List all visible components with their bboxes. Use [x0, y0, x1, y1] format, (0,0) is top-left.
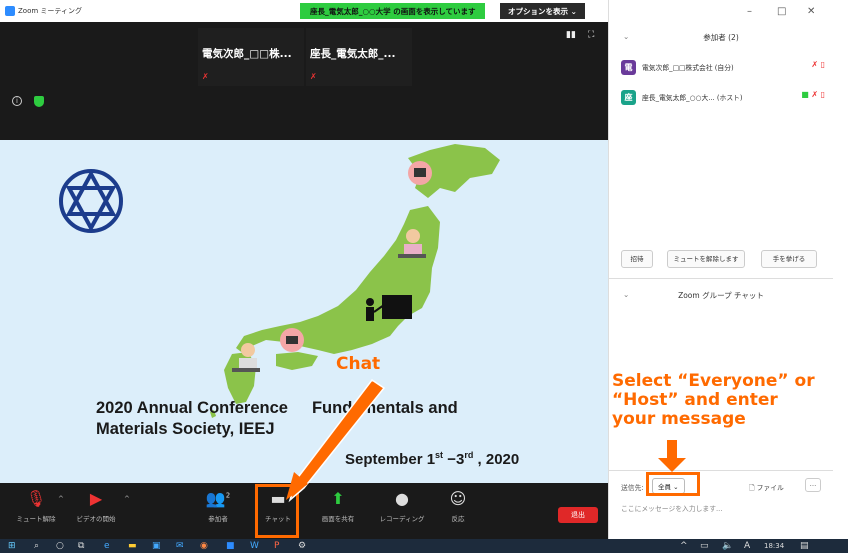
zoom-taskbar-icon[interactable]: ■ [226, 541, 235, 551]
avatar: 座 [621, 89, 636, 105]
powerpoint-icon[interactable]: P [274, 541, 279, 551]
sharing-banner: 座長_電気太郎_○○大学 の画面を表示しています [300, 3, 486, 19]
file-icon: 🗋 [749, 484, 757, 492]
participants-button[interactable]: 👥2 参加者 [188, 489, 248, 523]
chat-header: ⌄ Zoom グループ チャット [623, 290, 764, 300]
more-button[interactable]: ... [805, 478, 821, 492]
muted-mic-icon: 🎙 [25, 489, 47, 508]
info-icon[interactable]: i [12, 96, 22, 106]
meeting-toolbar: 🎙 ミュート解除 ^ ▶ ビデオの開始 ^ 👥2 参加者 ▬ チャット ⬆ 画面… [0, 483, 608, 539]
chrome-icon[interactable]: ◉ [200, 541, 208, 551]
record-icon: ● [395, 489, 409, 508]
invite-button[interactable]: 招待 [621, 250, 653, 268]
send-to-label: 送信先: [621, 484, 644, 492]
restore-button[interactable]: □ [777, 6, 786, 17]
title-line-1b: Fundamentals and [311, 399, 458, 417]
search-icon[interactable]: ⌕ [34, 541, 39, 551]
minimize-button[interactable]: – [747, 6, 752, 17]
muted-mic-icon: ✗ [202, 72, 209, 81]
gallery-view-icon[interactable]: ▮▮ [566, 30, 576, 40]
screenshot-root: Zoom ミーティング 座長_電気太郎_○○大学 の画面を表示しています オプシ… [0, 0, 848, 553]
collapse-chevron-icon[interactable]: ⌄ [623, 290, 629, 299]
fullscreen-icon[interactable]: ⛶ [588, 30, 594, 40]
view-options-button[interactable]: オプションを表示 ⌄ [500, 3, 585, 19]
shared-screen-slide: 2020 Annual Conference Fundamentals and M… [0, 140, 608, 483]
raise-hand-button[interactable]: 手を挙げる [761, 250, 817, 268]
conference-date: September 1st −3rd , 2020 [345, 450, 520, 468]
unmute-button[interactable]: 🎙 ミュート解除 [6, 489, 66, 523]
chat-message-input[interactable]: ここにメッセージを入力します... [621, 503, 723, 513]
participant-name: 電気次郎_□□株... [202, 48, 292, 60]
participants-header: ⌄ 参加者 (2) [623, 32, 739, 42]
participant-row[interactable]: 電 電気次郎_□□株式会社 (自分) ✗ ▯ [621, 58, 831, 76]
tray-chevron-icon[interactable]: ^ [680, 541, 688, 551]
file-button[interactable]: 🗋 ファイル [749, 482, 784, 495]
chat-highlight-box [255, 484, 299, 538]
ime-indicator[interactable]: A [744, 541, 750, 551]
video-strip: 電気次郎_□□株... ✗ 座長_電気太郎_... ✗ ▮▮ ⛶ i [0, 22, 608, 140]
store-icon[interactable]: ▣ [152, 541, 161, 551]
leave-meeting-button[interactable]: 退出 [558, 507, 598, 523]
cortana-icon[interactable]: ○ [56, 541, 64, 551]
clock[interactable]: 18:34 [764, 541, 784, 551]
muted-status-icons: ✗ ▯ [811, 60, 825, 69]
section-divider [609, 470, 833, 471]
recipient-highlight-box [646, 472, 700, 496]
network-icon[interactable]: ▭ [700, 541, 709, 551]
side-panel: – □ ✕ ⌄ 参加者 (2) 電 電気次郎_□□株式会社 (自分) ✗ ▯ 座… [608, 0, 833, 539]
participant-name: 座長_電気太郎_... [310, 48, 396, 60]
close-button[interactable]: ✕ [807, 6, 815, 17]
window-title: Zoom ミーティング [18, 7, 82, 15]
word-icon[interactable]: W [250, 541, 259, 551]
video-off-icon: ▶ [89, 489, 103, 508]
video-options-caret[interactable]: ^ [124, 495, 130, 503]
participants-icon: 👥2 [205, 489, 231, 508]
settings-gear-icon[interactable]: ⚙ [298, 541, 306, 551]
start-video-button[interactable]: ▶ ビデオの開始 [66, 489, 126, 523]
windows-taskbar: ⊞ ⌕ ○ ⧉ e ▬ ▣ ✉ ◉ ■ W P ⚙ ^ ▭ 🔈 A 18:34 … [0, 539, 848, 553]
share-screen-icon: ⬆ [331, 489, 345, 508]
participant-row-name: 電気次郎_□□株式会社 (自分) [642, 64, 734, 72]
video-tile[interactable]: 電気次郎_□□株... ✗ [198, 28, 304, 86]
security-shield-icon[interactable] [34, 96, 44, 107]
select-recipient-annotation: Select “Everyone” or “Host” and enter yo… [612, 371, 815, 429]
explorer-icon[interactable]: ▬ [128, 541, 137, 551]
chat-annotation: Chat [336, 354, 381, 374]
unmute-all-button[interactable]: ミュートを解除します [667, 250, 745, 268]
muted-mic-icon: ✗ [310, 72, 317, 81]
collapse-chevron-icon[interactable]: ⌄ [623, 32, 629, 41]
participant-row-name: 座長_電気太郎_○○大... (ホスト) [642, 94, 743, 102]
record-button[interactable]: ● レコーディング [372, 489, 432, 523]
volume-icon[interactable]: 🔈 [722, 541, 733, 551]
task-view-icon[interactable]: ⧉ [78, 541, 84, 551]
reaction-smiley-icon: ☺ [449, 489, 467, 508]
conference-title: 2020 Annual Conference Fundamentals and M… [96, 398, 458, 440]
mail-icon[interactable]: ✉ [176, 541, 184, 551]
participant-row[interactable]: 座 座長_電気太郎_○○大... (ホスト) ■ ✗ ▯ [621, 88, 831, 106]
title-line-1: 2020 Annual Conference [96, 399, 288, 417]
audio-options-caret[interactable]: ^ [58, 495, 64, 503]
edge-icon[interactable]: e [104, 541, 110, 551]
section-divider [609, 278, 833, 279]
zoom-app-icon [5, 6, 15, 16]
notification-icon[interactable]: ▤ [800, 541, 809, 551]
video-tile[interactable]: 座長_電気太郎_... ✗ [306, 28, 412, 86]
share-screen-button[interactable]: ⬆ 画面を共有 [308, 489, 368, 523]
windows-start-icon[interactable]: ⊞ [8, 541, 16, 551]
reactions-button[interactable]: ☺ 反応 [428, 489, 488, 523]
muted-status-icons: ■ ✗ ▯ [801, 90, 825, 99]
title-line-2: Materials Society, IEEJ [96, 420, 275, 438]
avatar: 電 [621, 59, 636, 75]
